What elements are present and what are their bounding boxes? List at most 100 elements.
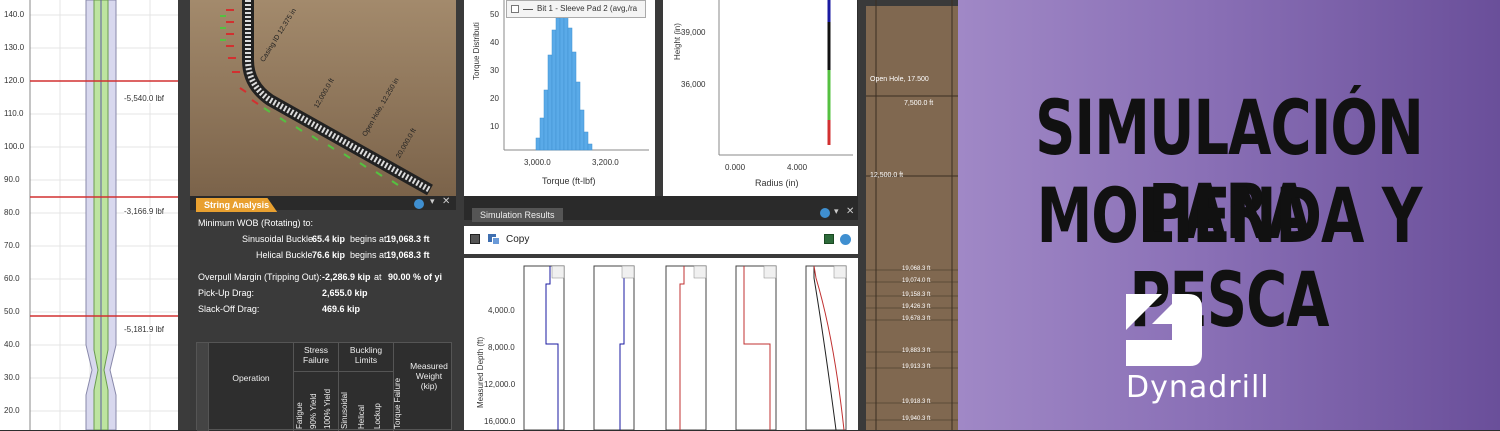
help-icon[interactable] xyxy=(820,208,830,218)
dropdown-icon[interactable]: ▾ xyxy=(430,196,435,207)
col-lockup[interactable]: Lockup xyxy=(373,403,382,429)
splitter[interactable] xyxy=(858,0,866,430)
copy-button[interactable]: Copy xyxy=(506,234,529,245)
overpull-mid: at xyxy=(374,272,382,282)
y-tick: 10 xyxy=(490,122,499,131)
col-100-yield[interactable]: 100% Yield xyxy=(323,389,332,429)
tab-simulation-results[interactable]: Simulation Results xyxy=(472,208,563,222)
y-tick: 130.0 xyxy=(4,43,25,52)
dropdown-icon[interactable]: ▾ xyxy=(834,206,839,217)
row-header-column xyxy=(197,343,209,431)
string-analysis-panel: String Analysis ▾ ✕ Minimum WOB (Rotatin… xyxy=(190,196,456,431)
x-axis-label: Radius (in) xyxy=(755,178,799,188)
col-sinusoidal[interactable]: Sinusoidal xyxy=(340,392,349,429)
x-tick: 0.000 xyxy=(725,163,746,172)
splitter[interactable] xyxy=(456,0,464,196)
x-axis-label: Torque (ft-lbf) xyxy=(542,176,596,186)
schematic-label: 19,074.0 ft xyxy=(902,278,931,284)
x-tick: 3,000.0 xyxy=(524,158,551,167)
col-torque-failure[interactable]: Torque Failure xyxy=(393,378,402,429)
schematic-label: 19,678.3 ft xyxy=(902,316,931,322)
torque-histogram: Bit 1 - Sleeve Pad 2 (avg,/ra Torque Dis… xyxy=(464,0,655,196)
schematic-label: 19,068.3 ft xyxy=(902,266,931,272)
y-tick: 60.0 xyxy=(4,274,20,283)
force-depth-plot: 140.0 130.0 120.0 110.0 100.0 90.0 80.0 … xyxy=(0,0,178,430)
close-icon[interactable]: ✕ xyxy=(846,206,854,217)
schematic-label: 7,500.0 ft xyxy=(904,100,934,107)
y-axis-label: Measured Depth (ft) xyxy=(476,336,485,408)
y-tick: 16,000.0 xyxy=(484,417,516,426)
grid-icon[interactable] xyxy=(470,234,480,244)
helical-label: Helical Buckle xyxy=(256,250,313,260)
overpull-label: Overpull Margin (Tripping Out): xyxy=(198,272,322,282)
height-radius-plot: Height (in) 39,000 36,000 0.000 4.000 Ra… xyxy=(663,0,857,196)
splitter[interactable] xyxy=(456,196,464,430)
pickup-label: Pick-Up Drag: xyxy=(198,288,255,298)
results-table: Operation Stress Failure Buckling Limits… xyxy=(196,342,452,431)
schematic-label: 19,426.3 ft xyxy=(902,304,931,310)
x-tick: 4.000 xyxy=(787,163,808,172)
sinusoidal-label: Sinusoidal Buckle xyxy=(242,234,314,244)
sinusoidal-depth: 19,068.3 ft xyxy=(386,234,430,244)
splitter[interactable] xyxy=(178,0,190,430)
y-tick: 4,000.0 xyxy=(488,306,515,315)
y-tick: 110.0 xyxy=(4,109,24,118)
x-tick: 3,200.0 xyxy=(592,158,619,167)
y-axis-label: Torque Distributi xyxy=(472,22,481,80)
force-label: -3,166.9 lbf xyxy=(124,207,165,216)
schematic-label: 19,913.3 ft xyxy=(902,364,931,370)
casing-schematic: Open Hole, 17.500 7,500.0 ft 12,500.0 ft… xyxy=(866,0,958,430)
y-tick: 70.0 xyxy=(4,241,20,250)
col-operation[interactable]: Operation xyxy=(209,373,293,383)
col-90-yield[interactable]: 90% Yield xyxy=(309,393,318,429)
y-tick: 140.0 xyxy=(4,10,25,19)
help-icon[interactable] xyxy=(414,199,424,209)
y-tick: 40 xyxy=(490,38,499,47)
legend-label: Bit 1 - Sleeve Pad 2 (avg,/ra xyxy=(537,4,638,13)
legend-checkbox[interactable] xyxy=(511,5,519,13)
force-label: -5,540.0 lbf xyxy=(124,94,165,103)
y-tick: 30.0 xyxy=(4,373,20,382)
y-tick: 20 xyxy=(490,94,499,103)
y-tick: 80.0 xyxy=(4,208,20,217)
splitter[interactable] xyxy=(655,0,663,196)
col-helical[interactable]: Helical xyxy=(357,405,366,429)
min-wob-label: Minimum WOB (Rotating) to: xyxy=(198,218,314,228)
col-fatigue[interactable]: Fatigue xyxy=(295,402,304,429)
y-tick: 30 xyxy=(490,66,499,75)
results-plots: Measured Depth (ft) 4,000.0 8,000.0 12,0… xyxy=(464,258,858,430)
y-tick: 36,000 xyxy=(681,80,706,89)
pickup-value: 2,655.0 kip xyxy=(322,288,368,298)
col-stress-failure[interactable]: Stress Failure xyxy=(294,345,338,365)
helical-value: 76.6 kip xyxy=(312,250,346,260)
col-buckling-limits[interactable]: Buckling Limits xyxy=(339,345,393,365)
toolbar: Copy xyxy=(464,226,858,254)
y-tick: 90.0 xyxy=(4,175,20,184)
overpull-pct: 90.00 % of yi xyxy=(388,272,443,282)
copy-icon[interactable] xyxy=(488,234,500,245)
y-tick: 100.0 xyxy=(4,142,25,151)
wellbore-view: Casing ID 12.375 in 12,000.0 ft Open Hol… xyxy=(190,0,456,196)
y-tick: 50 xyxy=(490,10,499,19)
simulation-results-panel: Simulation Results ▾ ✕ Copy Measured Dep… xyxy=(464,196,858,430)
schematic-label: 19,918.3 ft xyxy=(902,399,931,405)
dynadrill-logo-icon xyxy=(1126,294,1202,366)
schematic-label: 12,500.0 ft xyxy=(870,172,904,179)
dynadrill-brand: Dynadrill xyxy=(1126,370,1270,405)
schematic-label: Open Hole, 17.500 xyxy=(870,76,929,83)
slackoff-label: Slack-Off Drag: xyxy=(198,304,260,314)
y-tick: 20.0 xyxy=(4,406,20,415)
schematic-label: 19,883.3 ft xyxy=(902,348,931,354)
close-icon[interactable]: ✕ xyxy=(442,196,450,207)
tab-string-analysis[interactable]: String Analysis xyxy=(196,198,278,212)
schematic-label: 19,158.3 ft xyxy=(902,292,931,298)
col-measured-weight[interactable]: Measured Weight (kip) xyxy=(407,361,451,391)
helical-mid: begins at xyxy=(350,250,387,260)
schematic-label: 19,940.3 ft xyxy=(902,416,931,422)
y-tick: 39,000 xyxy=(681,28,706,37)
export-icon[interactable] xyxy=(824,234,834,244)
promo-banner: SIMULACIÓN PARA MOLIENDA Y PESCA Dynadri… xyxy=(958,0,1500,430)
info-icon[interactable] xyxy=(840,234,851,245)
y-tick: 8,000.0 xyxy=(488,343,515,352)
force-label: -5,181.9 lbf xyxy=(124,325,165,334)
